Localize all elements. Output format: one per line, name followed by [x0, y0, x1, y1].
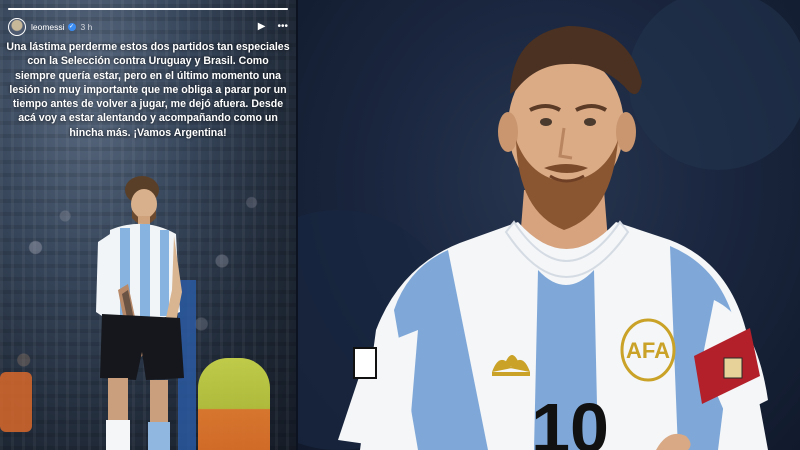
- more-icon[interactable]: •••: [277, 21, 288, 33]
- player-portrait-photo: AFA 10: [298, 0, 800, 450]
- username[interactable]: leomessi: [31, 22, 65, 32]
- player-portrait: AFA 10: [298, 0, 800, 450]
- avatar[interactable]: [8, 18, 26, 36]
- story-progress-bar: [8, 8, 288, 10]
- instagram-story[interactable]: leomessi ✓ 3 h ▶ ••• Una lástima perderm…: [0, 0, 296, 450]
- story-progress-fill: [8, 8, 288, 10]
- afa-crest-text: AFA: [626, 338, 670, 363]
- player-standing-image: [96, 176, 184, 450]
- fan-orange-jacket: [0, 372, 32, 432]
- story-header: leomessi ✓ 3 h ▶ •••: [8, 17, 288, 37]
- verified-badge-icon: ✓: [67, 23, 76, 31]
- post-time: 3 h: [80, 22, 93, 32]
- shirt-number: 10: [531, 389, 609, 450]
- screenshot: leomessi ✓ 3 h ▶ ••• Una lástima perderm…: [0, 0, 800, 450]
- steward-high-vis: [198, 358, 270, 450]
- story-caption: Una lástima perderme estos dos partidos …: [6, 41, 290, 139]
- play-icon[interactable]: ▶: [258, 21, 266, 33]
